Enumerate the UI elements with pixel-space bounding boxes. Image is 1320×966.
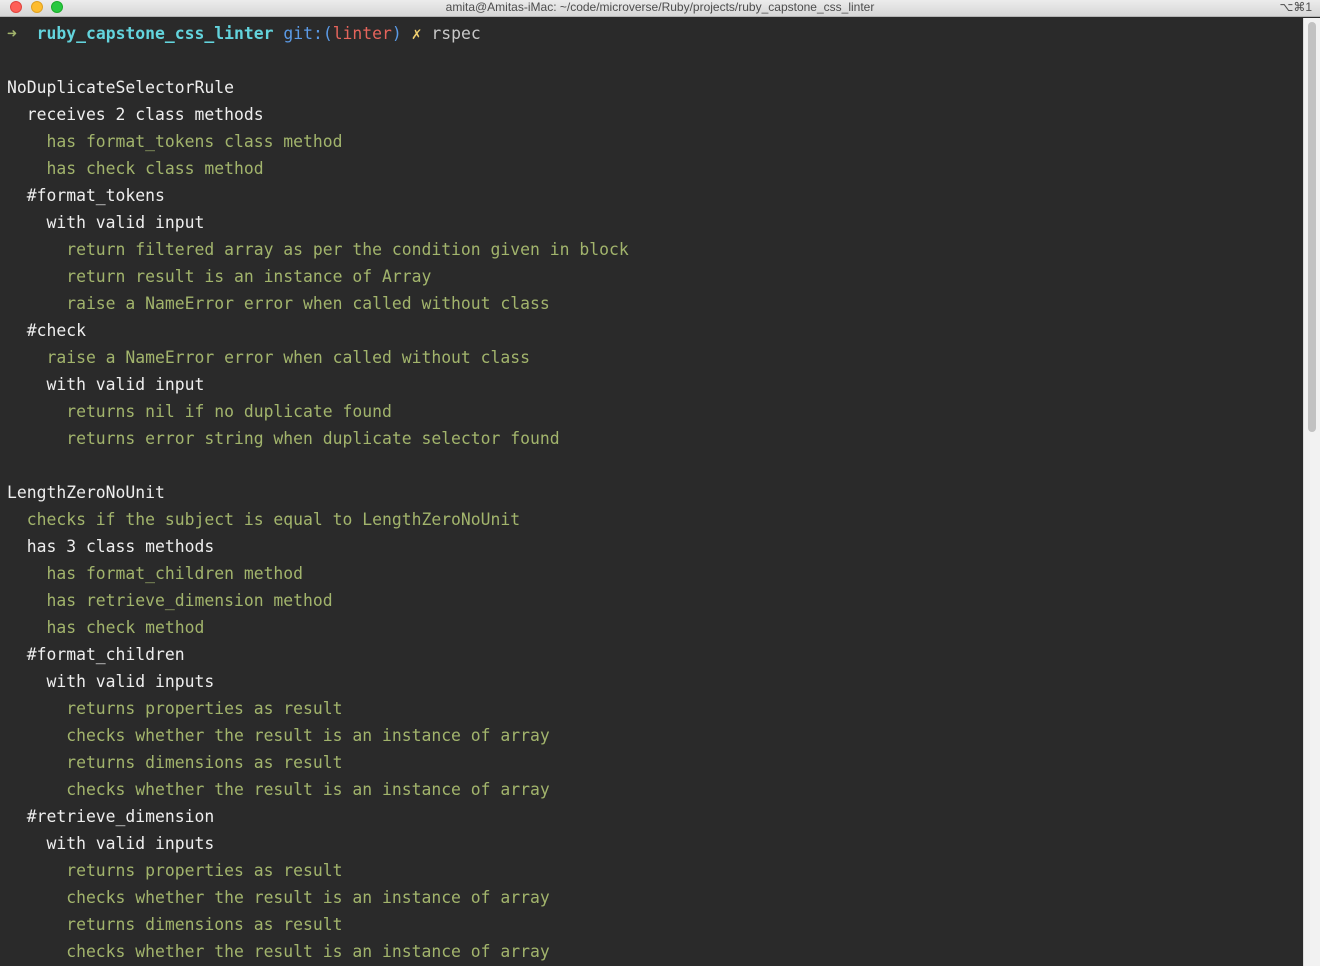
spec-example-line: checks whether the result is an instance… [7, 888, 550, 907]
spec-example-line: returns dimensions as result [7, 753, 343, 772]
prompt-arrow-icon: ➜ [7, 24, 17, 43]
spec-example-line: has check method [7, 618, 205, 637]
spec-group-line: LengthZeroNoUnit [7, 483, 165, 502]
spec-example-line: has retrieve_dimension method [7, 591, 333, 610]
spec-example-line: returns properties as result [7, 699, 343, 718]
window-shortcut-label: ⌥⌘1 [1279, 0, 1312, 14]
prompt-directory: ruby_capstone_css_linter [36, 24, 274, 43]
scrollbar-thumb[interactable] [1308, 22, 1316, 432]
spec-group-line: #format_tokens [7, 186, 165, 205]
prompt-branch: linter [332, 24, 392, 43]
shell-prompt-line: ➜ ruby_capstone_css_linter git:(linter) … [7, 20, 481, 47]
spec-example-line: raise a NameError error when called with… [7, 348, 531, 367]
terminal-window: amita@Amitas-iMac: ~/code/microverse/Rub… [0, 0, 1320, 966]
spec-group-line: receives 2 class methods [7, 105, 264, 124]
spec-example-line: return filtered array as per the conditi… [7, 240, 629, 259]
spec-example-line: returns nil if no duplicate found [7, 402, 392, 421]
prompt-command: rspec [431, 24, 481, 43]
prompt-git-label: git:( [283, 24, 333, 43]
spec-example-line: returns dimensions as result [7, 915, 343, 934]
spec-example-line: return result is an instance of Array [7, 267, 432, 286]
vertical-scrollbar[interactable] [1303, 18, 1320, 966]
prompt-git-close: ) [391, 24, 402, 43]
spec-example-line: has check class method [7, 159, 264, 178]
terminal-output-area[interactable]: ➜ ruby_capstone_css_linter git:(linter) … [0, 18, 1303, 966]
spec-example-line: checks whether the result is an instance… [7, 942, 550, 961]
spec-example-line: has format_tokens class method [7, 132, 343, 151]
prompt-dirty-icon: ✗ [411, 24, 422, 43]
spec-example-line: raise a NameError error when called with… [7, 294, 550, 313]
spec-group-line: with valid input [7, 213, 205, 232]
spec-example-line: has format_children method [7, 564, 304, 583]
title-bar[interactable]: amita@Amitas-iMac: ~/code/microverse/Rub… [0, 0, 1320, 17]
spec-example-line: returns error string when duplicate sele… [7, 429, 560, 448]
window-title: amita@Amitas-iMac: ~/code/microverse/Rub… [445, 0, 875, 14]
spec-example-line: returns properties as result [7, 861, 343, 880]
spec-group-line: has 3 class methods [7, 537, 215, 556]
spec-example-line: checks whether the result is an instance… [7, 726, 550, 745]
spec-group-line: #format_children [7, 645, 185, 664]
spec-group-line: with valid inputs [7, 834, 215, 853]
spec-group-line: NoDuplicateSelectorRule [7, 78, 234, 97]
spec-group-line: with valid input [7, 375, 205, 394]
spec-group-line: with valid inputs [7, 672, 215, 691]
spec-group-line: #check [7, 321, 86, 340]
spec-example-line: checks whether the result is an instance… [7, 780, 550, 799]
spec-group-line: #retrieve_dimension [7, 807, 215, 826]
spec-example-line: checks if the subject is equal to Length… [7, 510, 521, 529]
